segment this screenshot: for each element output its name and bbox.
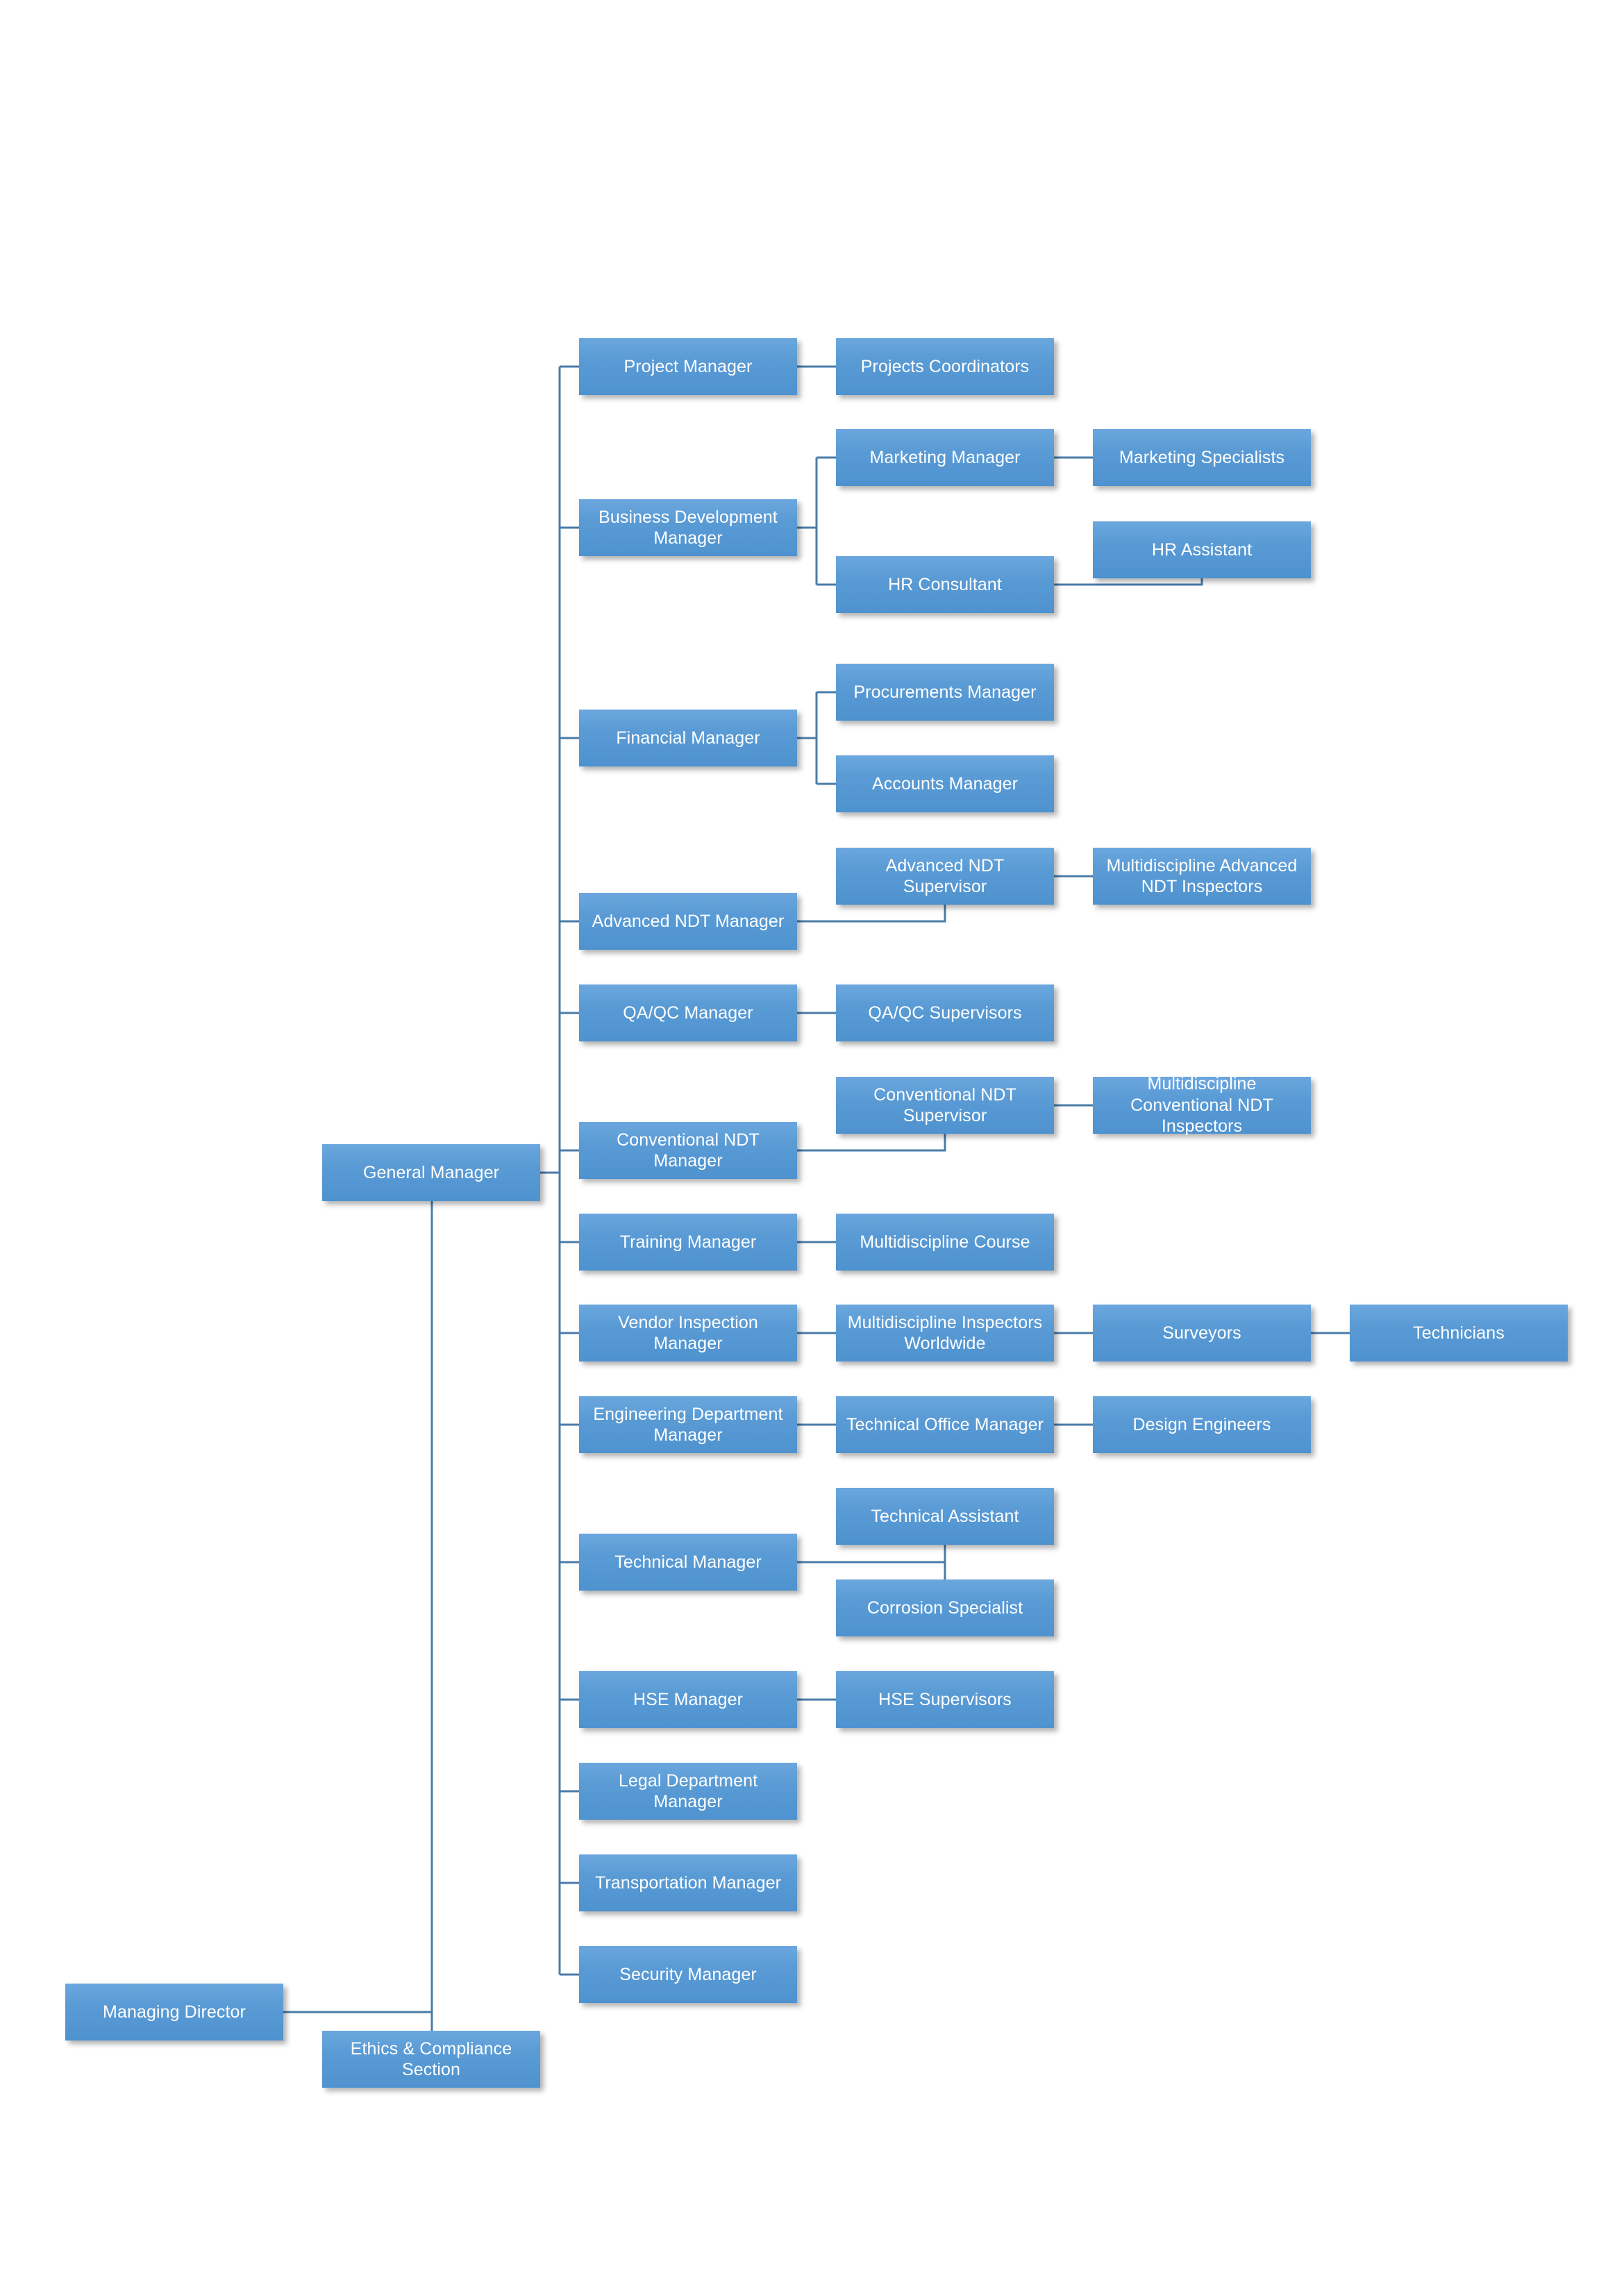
org-node-label: Vendor Inspection Manager bbox=[618, 1312, 758, 1354]
org-node-label: General Manager bbox=[362, 1162, 500, 1182]
org-node-label: Multidiscipline Advanced NDT Inspectors bbox=[1106, 855, 1298, 897]
org-node-label: QA/QC Supervisors bbox=[868, 1003, 1022, 1023]
org-node-label: Ethics & Compliance Section bbox=[350, 2038, 512, 2080]
org-node-multidiscipline_course[interactable]: Multidiscipline Course bbox=[836, 1214, 1054, 1271]
org-node-design_engineers[interactable]: Design Engineers bbox=[1093, 1396, 1311, 1453]
org-node-security_manager[interactable]: Security Manager bbox=[579, 1946, 797, 2003]
connector-fin-split bbox=[797, 691, 836, 785]
org-node-transportation_manager[interactable]: Transportation Manager bbox=[579, 1854, 797, 1911]
org-node-label: Conventional NDT Supervisor bbox=[873, 1084, 1016, 1126]
org-node-engineering_dept_manager[interactable]: Engineering Department Manager bbox=[579, 1396, 797, 1453]
org-node-business_development_manager[interactable]: Business Development Manager bbox=[579, 499, 797, 556]
org-node-label: Corrosion Specialist bbox=[867, 1598, 1023, 1618]
org-node-projects_coordinators[interactable]: Projects Coordinators bbox=[836, 338, 1054, 395]
org-node-label: HR Consultant bbox=[888, 574, 1002, 594]
org-node-label: Marketing Manager bbox=[869, 447, 1021, 467]
org-node-ethics_compliance[interactable]: Ethics & Compliance Section bbox=[322, 2031, 540, 2088]
org-node-hr_consultant[interactable]: HR Consultant bbox=[836, 556, 1054, 613]
org-node-advanced_ndt_manager[interactable]: Advanced NDT Manager bbox=[579, 893, 797, 950]
connector-bd-split bbox=[797, 456, 836, 586]
org-node-accounts_manager[interactable]: Accounts Manager bbox=[836, 755, 1054, 812]
org-node-label: HR Assistant bbox=[1151, 539, 1253, 560]
org-node-surveyors[interactable]: Surveyors bbox=[1093, 1305, 1311, 1361]
org-node-multi_conv_ndt_inspectors[interactable]: Multidiscipline Conventional NDT Inspect… bbox=[1093, 1074, 1311, 1136]
org-node-label: Projects Coordinators bbox=[860, 356, 1030, 376]
connector-advndt-sup bbox=[797, 905, 946, 923]
org-node-label: Procurements Manager bbox=[853, 682, 1037, 702]
org-chart-canvas: Managing Director General Manager Ethics &… bbox=[0, 0, 1624, 2296]
org-node-label: Engineering Department Manager bbox=[593, 1404, 783, 1446]
org-node-financial_manager[interactable]: Financial Manager bbox=[579, 710, 797, 766]
org-node-label: Transportation Manager bbox=[594, 1872, 782, 1893]
org-node-label: Conventional NDT Manager bbox=[617, 1130, 760, 1171]
org-node-vendor_inspection_manager[interactable]: Vendor Inspection Manager bbox=[579, 1305, 797, 1361]
org-node-label: Business Development Manager bbox=[598, 507, 778, 548]
org-node-marketing_manager[interactable]: Marketing Manager bbox=[836, 429, 1054, 486]
org-node-qaqc_manager[interactable]: QA/QC Manager bbox=[579, 984, 797, 1041]
connector-lines bbox=[283, 365, 1350, 2031]
org-node-label: Technical Assistant bbox=[871, 1506, 1019, 1526]
org-node-legal_dept_manager[interactable]: Legal Department Manager bbox=[579, 1763, 797, 1820]
org-node-label: Accounts Manager bbox=[871, 773, 1019, 794]
org-node-advanced_ndt_supervisor[interactable]: Advanced NDT Supervisor bbox=[836, 848, 1054, 905]
org-node-label: Multidiscipline Inspectors Worldwide bbox=[847, 1312, 1043, 1354]
org-node-managing_director[interactable]: Managing Director bbox=[65, 1984, 283, 2041]
org-node-corrosion_specialist[interactable]: Corrosion Specialist bbox=[836, 1579, 1054, 1636]
org-node-technical_office_manager[interactable]: Technical Office Manager bbox=[836, 1396, 1054, 1453]
connector-techmgr-split bbox=[797, 1545, 946, 1579]
org-node-label: Project Manager bbox=[623, 356, 753, 376]
org-node-label: Legal Department Manager bbox=[618, 1770, 758, 1812]
org-node-conventional_ndt_supervisor[interactable]: Conventional NDT Supervisor bbox=[836, 1077, 1054, 1134]
org-node-multi_inspectors_worldwide[interactable]: Multidiscipline Inspectors Worldwide bbox=[836, 1305, 1054, 1361]
org-node-general_manager[interactable]: General Manager bbox=[322, 1144, 540, 1201]
org-node-hr_assistant[interactable]: HR Assistant bbox=[1093, 521, 1311, 578]
org-node-marketing_specialists[interactable]: Marketing Specialists bbox=[1093, 429, 1311, 486]
org-node-training_manager[interactable]: Training Manager bbox=[579, 1214, 797, 1271]
org-node-technical_manager[interactable]: Technical Manager bbox=[579, 1534, 797, 1591]
org-node-label: Technical Office Manager bbox=[846, 1414, 1044, 1434]
org-node-project_manager[interactable]: Project Manager bbox=[579, 338, 797, 395]
org-node-label: Managing Director bbox=[103, 2002, 246, 2022]
org-node-hse_manager[interactable]: HSE Manager bbox=[579, 1671, 797, 1728]
org-node-label: Advanced NDT Supervisor bbox=[885, 855, 1005, 897]
org-node-label: Marketing Specialists bbox=[1119, 447, 1285, 467]
org-node-technical_assistant[interactable]: Technical Assistant bbox=[836, 1488, 1054, 1545]
org-node-hse_supervisors[interactable]: HSE Supervisors bbox=[836, 1671, 1054, 1728]
connector-convndt-sup bbox=[797, 1134, 946, 1152]
connector-hr-assist bbox=[1054, 578, 1203, 586]
org-node-label: HSE Manager bbox=[633, 1689, 744, 1709]
org-node-label: Advanced NDT Manager bbox=[592, 911, 785, 931]
org-node-label: Training Manager bbox=[619, 1232, 757, 1252]
org-node-qaqc_supervisors[interactable]: QA/QC Supervisors bbox=[836, 984, 1054, 1041]
org-node-label: Surveyors bbox=[1162, 1323, 1241, 1343]
org-node-conventional_ndt_manager[interactable]: Conventional NDT Manager bbox=[579, 1122, 797, 1179]
org-node-label: Multidiscipline Course bbox=[860, 1232, 1030, 1252]
org-node-procurements_manager[interactable]: Procurements Manager bbox=[836, 664, 1054, 721]
org-node-label: Design Engineers bbox=[1132, 1414, 1271, 1434]
org-node-label: Financial Manager bbox=[616, 728, 760, 748]
org-node-label: Multidiscipline Conventional NDT Inspect… bbox=[1130, 1074, 1273, 1137]
org-node-label: HSE Supervisors bbox=[878, 1689, 1012, 1709]
org-node-label: Security Manager bbox=[619, 1964, 757, 1984]
org-node-multi_adv_ndt_inspectors[interactable]: Multidiscipline Advanced NDT Inspectors bbox=[1093, 848, 1311, 905]
org-node-technicians[interactable]: Technicians bbox=[1350, 1305, 1568, 1361]
org-node-label: QA/QC Manager bbox=[623, 1003, 753, 1023]
org-node-label: Technical Manager bbox=[614, 1552, 762, 1572]
org-node-label: Technicians bbox=[1413, 1323, 1505, 1343]
